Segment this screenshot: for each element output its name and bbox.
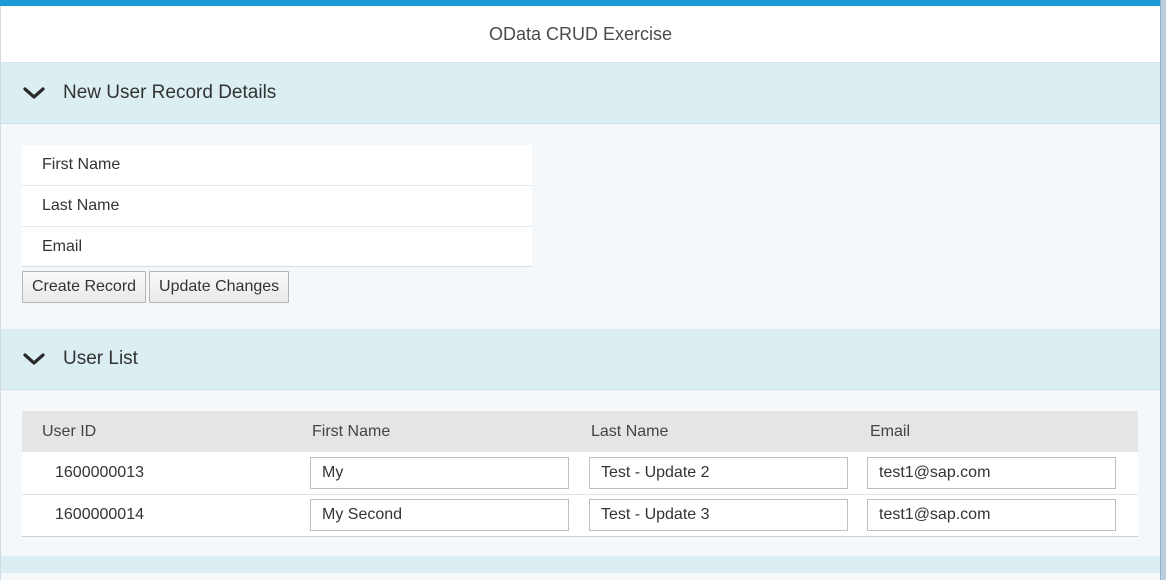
app-header: OData CRUD Exercise [1,6,1160,63]
first-name-input[interactable] [310,499,569,531]
new-user-panel-header[interactable]: New User Record Details [1,63,1160,124]
first-name-label: First Name [42,156,121,173]
first-name-field[interactable]: First Name [22,145,532,186]
update-changes-button[interactable]: Update Changes [149,271,290,303]
email-input[interactable] [867,499,1116,531]
first-name-input[interactable] [310,456,569,489]
first-name-cell [292,494,571,536]
last-name-cell [571,494,850,536]
email-input[interactable] [867,456,1116,489]
email-label: Email [42,237,83,255]
email-field[interactable]: Email [22,227,532,267]
app-shell: OData CRUD Exercise New User Record Deta… [0,6,1160,580]
new-user-panel-body: First Name Last Name Email Create Record… [1,124,1160,329]
user-list-panel-body: User ID First Name Last Name Email 16000… [1,390,1160,556]
last-name-cell [571,452,850,494]
column-header-first-name: First Name [312,422,391,440]
page-title: OData CRUD Exercise [488,23,673,44]
table-row[interactable]: 1600000013 [22,452,1138,494]
column-header-last-name: Last Name [591,422,669,440]
user-list-panel-header[interactable]: User List [1,329,1160,390]
email-cell [850,452,1138,494]
table-row[interactable]: 1600000014 [22,494,1138,536]
form-button-bar: Create Record Update Changes [22,271,1160,303]
create-record-button[interactable]: Create Record [22,271,147,303]
chevron-down-icon [23,87,45,99]
user-table: User ID First Name Last Name Email 16000… [22,411,1138,537]
column-header-user-id: User ID [42,422,97,440]
last-name-input[interactable] [589,456,848,489]
user-id-cell: 1600000014 [55,506,144,523]
last-name-input[interactable] [589,499,848,531]
next-panel-header-edge [1,556,1160,573]
user-id-cell: 1600000013 [55,463,144,481]
new-user-form: First Name Last Name Email [22,145,532,267]
table-header-row: User ID First Name Last Name Email [22,411,1138,452]
new-user-panel-title: New User Record Details [63,82,277,103]
first-name-cell [292,452,571,494]
window-edge [1160,0,1166,580]
column-header-email: Email [870,422,911,440]
user-list-panel-title: User List [63,348,138,369]
chevron-down-icon [23,353,45,365]
last-name-field[interactable]: Last Name [22,186,532,227]
last-name-label: Last Name [42,197,120,214]
email-cell [850,494,1138,536]
